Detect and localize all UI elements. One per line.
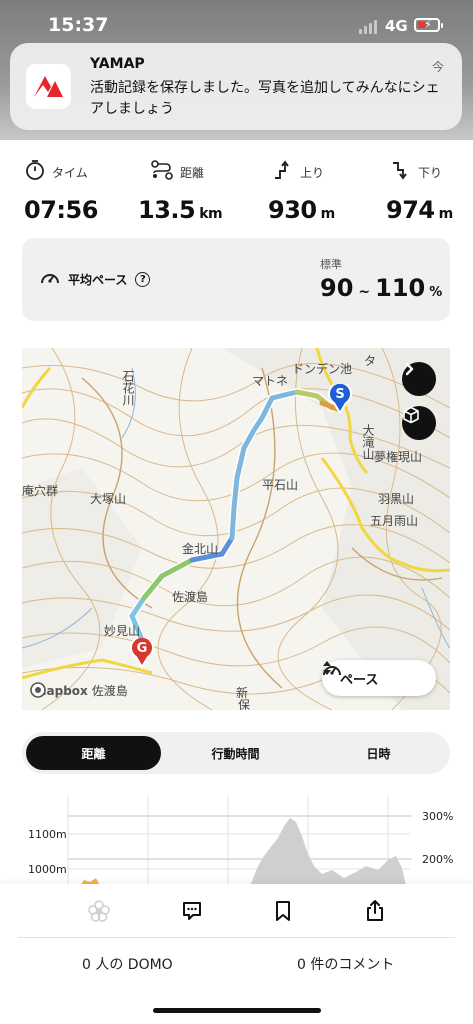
help-icon[interactable]: ? <box>135 271 151 287</box>
elevation-chart-plot <box>67 796 412 886</box>
start-marker-label: S <box>335 387 345 402</box>
notification-message: 活動記録を保存しました。写真を追加してみんなにシェアしましょう <box>90 80 440 117</box>
pace-max: 110 <box>375 274 426 302</box>
tab-datetime[interactable]: 日時 <box>311 736 446 770</box>
map-label-ho: 保 <box>238 698 251 710</box>
pace-standard-label: 標準 <box>320 258 342 271</box>
map-label-sado-bottom: 佐渡島 <box>91 684 128 698</box>
goal-marker[interactable]: G <box>130 638 154 668</box>
goal-marker-label: G <box>136 641 148 656</box>
map-topography <box>22 348 450 710</box>
bookmark-icon <box>271 899 295 927</box>
map-label-gogatsu: 五月雨山 <box>370 514 419 528</box>
stat-descent: 下り 974 m <box>386 158 454 224</box>
domo-count[interactable]: 0 人の DOMO <box>82 954 173 974</box>
stat-ascent-value: 930 <box>268 196 317 224</box>
map-label-tab: タ <box>364 354 377 368</box>
elevation-tick-1000: 1000m <box>28 863 67 876</box>
speedometer-icon <box>40 268 60 290</box>
start-marker[interactable]: S <box>328 384 352 414</box>
route-distance-icon <box>150 159 174 185</box>
activity-stats: タイム 07:56 距離 13.5 km 上り 930 m 下り 974 m <box>0 158 473 230</box>
map-label-matome: マトネ <box>252 374 289 388</box>
home-indicator <box>153 1008 321 1013</box>
stat-time: タイム 07:56 <box>24 158 98 224</box>
route-map[interactable]: ドンデン池 マトネ タ 大滝山 石花川 夢権現山 平石山 羽黒山 五月雨山 庵穴… <box>22 348 450 710</box>
divider <box>18 937 455 938</box>
elevation-axis-tabs: 距離 行動時間 日時 <box>22 732 450 774</box>
map-label-ebisu: 平石山 <box>262 478 299 492</box>
average-pace-card: 平均ペース ? 標準 90 ~110% <box>22 238 450 321</box>
notification-banner[interactable]: YAMAP 今 活動記録を保存しました。写真を追加してみんなにシェアしましょう <box>10 43 462 130</box>
stat-time-value: 07:56 <box>24 196 98 224</box>
map-pace-toggle[interactable]: ペース <box>322 660 436 696</box>
pace-unit: % <box>429 285 443 300</box>
average-pace-label: 平均ペース <box>68 272 128 287</box>
stopwatch-icon <box>24 159 46 185</box>
map-3d-button[interactable] <box>402 406 436 440</box>
map-label-haguro: 羽黒山 <box>378 492 415 506</box>
map-label-ooyama: 大塚山 <box>90 492 127 506</box>
comment-count[interactable]: 0 件のコメント <box>297 954 394 974</box>
pace-range: 90 ~110% <box>320 274 442 302</box>
domo-button[interactable] <box>84 898 114 928</box>
stat-ascent: 上り 930 m <box>268 158 336 224</box>
map-label-myoken: 妙見山 <box>104 624 141 638</box>
bookmark-button[interactable] <box>268 898 298 928</box>
stat-ascent-unit: m <box>320 206 336 222</box>
map-label-sado: 佐渡島 <box>172 590 209 604</box>
map-label-kurayami: 庵穴群 <box>22 484 59 498</box>
map-expand-button[interactable] <box>402 362 436 396</box>
tab-distance[interactable]: 距離 <box>26 736 161 770</box>
stat-distance: 距離 13.5 km <box>138 158 223 224</box>
comment-button[interactable] <box>177 898 207 928</box>
signal-icon <box>359 20 377 34</box>
domo-flower-icon <box>87 899 111 927</box>
stat-distance-value: 13.5 <box>138 196 196 224</box>
stat-descent-value: 974 <box>386 196 435 224</box>
elevation-tick-1100: 1100m <box>28 828 67 841</box>
battery-icon: ⚡ <box>414 18 443 32</box>
yamap-logo-icon <box>26 64 71 109</box>
activity-record-screen: 15:37 4G ⚡ YAMAP 今 活動記録を保存しました。写真を追加してみん… <box>0 0 473 1024</box>
pace-tilde: ~ <box>358 284 371 300</box>
descent-icon <box>390 159 412 185</box>
share-icon <box>363 899 387 927</box>
ascent-icon <box>272 159 294 185</box>
network-type: 4G <box>385 17 408 35</box>
map-label-hanegoe: 石花川 <box>121 370 135 406</box>
mapbox-attribution[interactable]: mapbox 佐渡島 <box>30 682 128 699</box>
map-label-kozomo: 夢権現山 <box>374 450 423 464</box>
stat-descent-unit: m <box>438 206 454 222</box>
notification-time: 今 <box>431 60 444 74</box>
elevation-chart: 1100m 1000m 300% 200% <box>0 796 473 886</box>
stat-descent-label: 下り <box>418 165 443 180</box>
stat-distance-unit: km <box>199 206 223 222</box>
tab-elapsed-time[interactable]: 行動時間 <box>168 736 303 770</box>
grade-tick-300: 300% <box>422 810 454 823</box>
status-time: 15:37 <box>48 14 109 36</box>
stat-distance-label: 距離 <box>180 165 205 180</box>
stat-ascent-label: 上り <box>300 165 325 180</box>
status-bar: 15:37 4G ⚡ <box>0 0 473 48</box>
bottom-action-bar: 0 人の DOMO 0 件のコメント <box>0 884 473 1024</box>
stat-time-label: タイム <box>52 165 88 180</box>
share-button[interactable] <box>360 898 390 928</box>
notification-app-name: YAMAP <box>90 56 145 72</box>
grade-tick-200: 200% <box>422 853 454 866</box>
pace-min: 90 <box>320 274 354 302</box>
map-label-tanden: ドンデン池 <box>292 362 353 376</box>
comment-icon <box>180 899 204 927</box>
map-label-kinpoku: 金北山 <box>182 542 219 556</box>
map-pace-label: ペース <box>340 672 379 688</box>
